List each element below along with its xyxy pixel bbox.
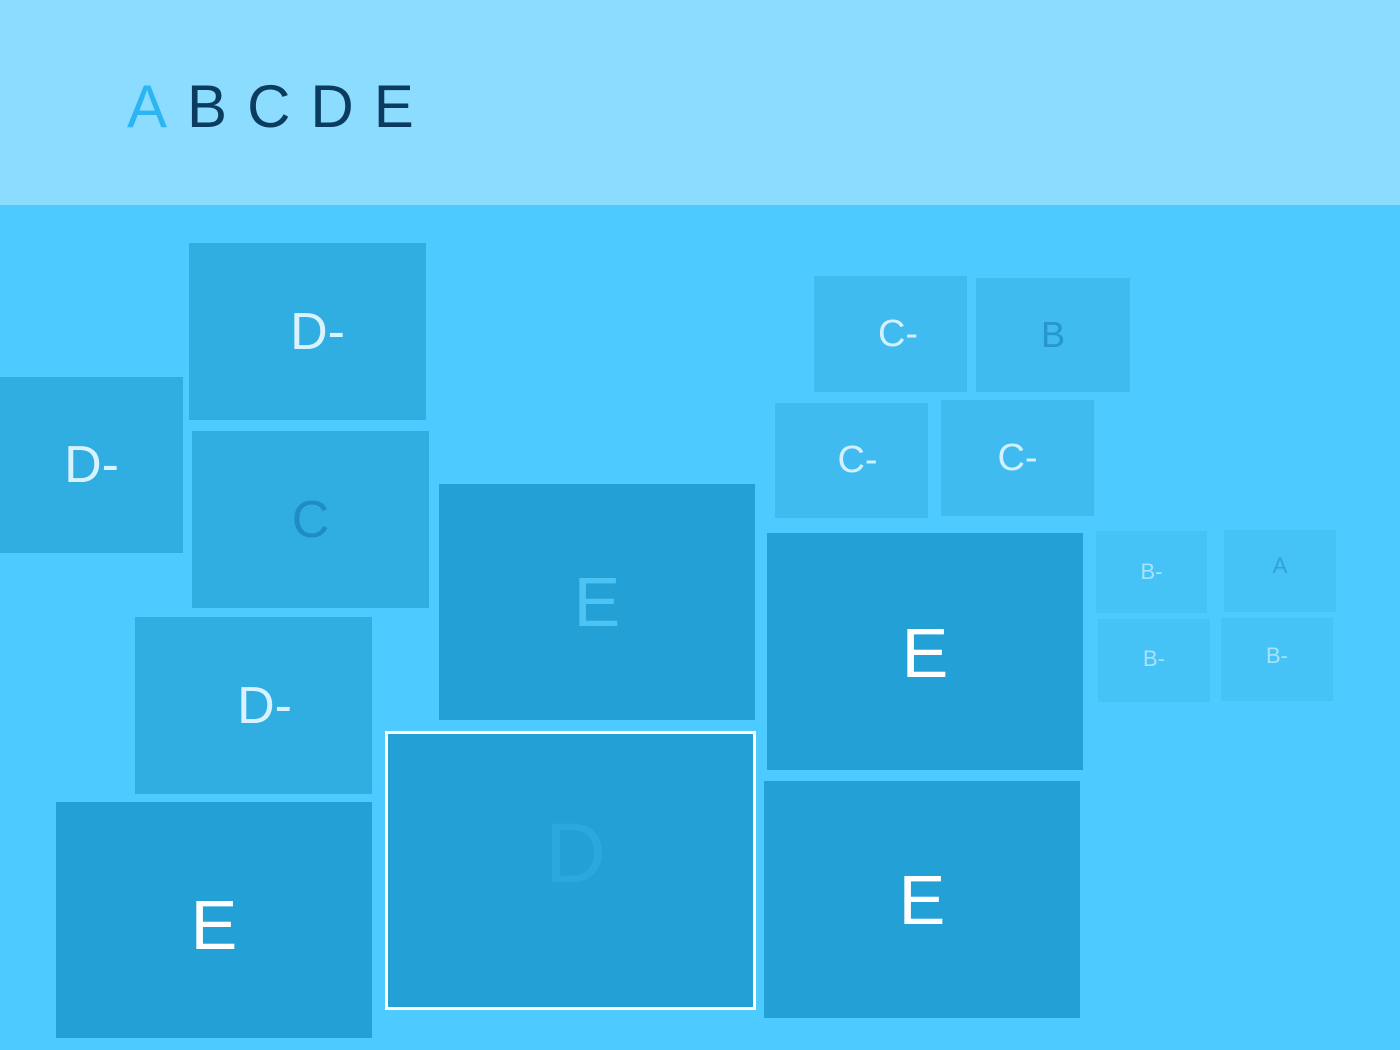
tile-t11[interactable]: C- <box>941 400 1094 516</box>
tile-label: D- <box>64 436 119 494</box>
tile-label: E <box>898 860 946 939</box>
tile-label: E <box>190 886 238 964</box>
tile-t13[interactable]: E <box>764 781 1080 1018</box>
tile-t8[interactable]: C- <box>814 276 967 392</box>
grade-c[interactable]: C <box>247 72 290 142</box>
tile-t5[interactable]: E <box>56 802 372 1038</box>
tile-label: B <box>1040 314 1065 355</box>
tile-label: E <box>901 613 949 692</box>
tile-label: A <box>1272 553 1288 578</box>
tile-label: D <box>545 805 606 900</box>
tile-label: C- <box>837 439 878 481</box>
tile-t10[interactable]: C- <box>775 403 928 518</box>
tile-label: C <box>291 490 330 549</box>
grade-d[interactable]: D <box>310 72 353 142</box>
tile-label: B- <box>1143 645 1165 671</box>
tile-t2[interactable]: D- <box>189 243 426 420</box>
tile-label: E <box>573 563 621 641</box>
tile-label: D- <box>290 302 345 361</box>
tile-t4[interactable]: D- <box>135 617 372 794</box>
tile-label: C- <box>877 312 919 355</box>
grade-e[interactable]: E <box>374 72 414 142</box>
tile-t9[interactable]: B <box>976 278 1130 392</box>
grade-legend: A B C D E <box>127 72 414 142</box>
header-bar: A B C D E <box>0 0 1400 205</box>
tile-board: D- D- C D- E E D C- B C- C- E E B- A B- <box>0 205 1400 1050</box>
tile-t12[interactable]: E <box>767 533 1083 770</box>
grade-a[interactable]: A <box>127 72 167 142</box>
tile-t17[interactable]: B- <box>1221 618 1333 701</box>
tile-t14[interactable]: B- <box>1096 531 1207 613</box>
tile-label: D- <box>237 676 292 735</box>
grade-b[interactable]: B <box>187 72 227 142</box>
tile-label: C- <box>997 436 1038 479</box>
tile-label: B- <box>1266 642 1288 668</box>
tile-t15[interactable]: A <box>1224 530 1336 612</box>
tile-t16[interactable]: B- <box>1098 619 1210 702</box>
tile-t6[interactable]: E <box>439 484 755 720</box>
tile-label: B- <box>1140 559 1163 584</box>
tile-t1[interactable]: D- <box>0 377 183 553</box>
tile-t3[interactable]: C <box>192 431 429 608</box>
tile-t7[interactable]: D <box>385 731 756 1010</box>
